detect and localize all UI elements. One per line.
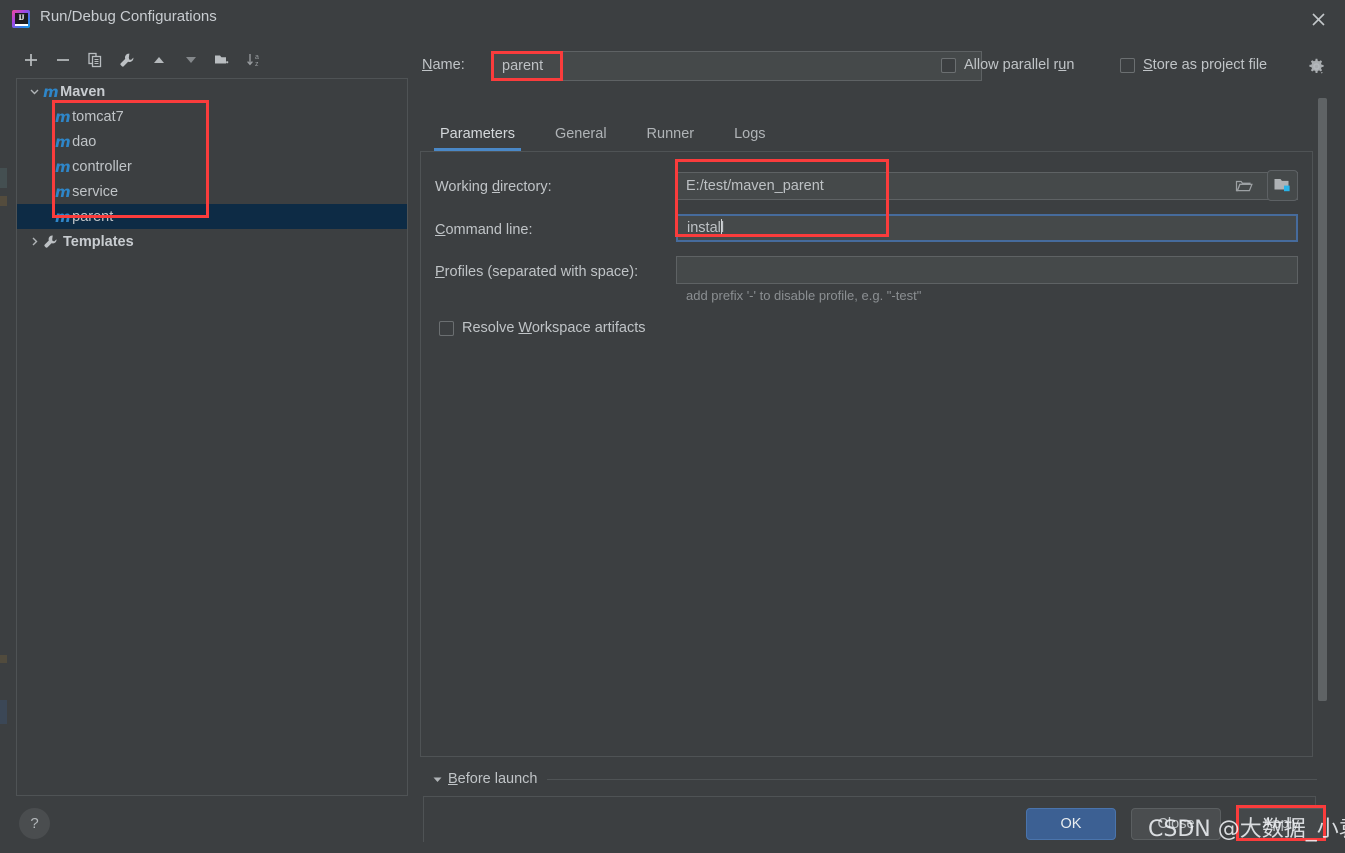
intellij-idea-icon: IJ (12, 10, 30, 28)
vertical-scrollbar[interactable] (1318, 98, 1327, 701)
configurations-toolbar: a z (16, 44, 408, 76)
gear-icon[interactable] (1308, 58, 1325, 80)
allow-parallel-run-label: Allow parallel run (964, 57, 1075, 73)
before-launch-label: Before launch (448, 771, 538, 787)
triangle-down-icon[interactable] (426, 774, 448, 785)
background-artifact (0, 196, 7, 206)
run-debug-configurations-dialog: IJ Run/Debug Configurations a z m Maven … (0, 0, 1345, 853)
add-configuration-button[interactable] (16, 46, 46, 74)
tab-parameters[interactable]: Parameters (420, 116, 535, 151)
window-title: Run/Debug Configurations (40, 8, 217, 25)
checkbox-box (941, 57, 956, 73)
working-directory-input[interactable] (676, 172, 1298, 200)
working-directory-label: Working directory: (435, 179, 552, 195)
maven-m-icon: m (55, 132, 71, 151)
sort-az-button[interactable]: a z (240, 46, 270, 74)
maven-m-icon: m (55, 182, 71, 201)
tree-node-label: service (72, 183, 119, 200)
tab-runner[interactable]: Runner (627, 116, 715, 151)
parameters-panel: Working directory: Command line: Profile… (420, 152, 1313, 757)
maven-m-icon: m (55, 107, 71, 126)
folder-open-icon[interactable] (1235, 179, 1253, 199)
apply-button[interactable]: Apply (1236, 808, 1326, 840)
tab-bar: Parameters General Runner Logs (420, 116, 1313, 152)
edit-templates-button[interactable] (112, 46, 142, 74)
chevron-down-icon[interactable] (25, 79, 43, 104)
module-folder-button[interactable] (1267, 170, 1298, 201)
allow-parallel-run-checkbox[interactable]: Allow parallel run (941, 57, 1074, 73)
move-down-button[interactable] (176, 46, 206, 74)
remove-configuration-button[interactable] (48, 46, 78, 74)
tree-node-tomcat7[interactable]: m tomcat7 (17, 104, 407, 129)
tree-node-label: parent (72, 208, 114, 225)
configurations-tree[interactable]: m Maven m tomcat7 m dao m controller m s… (16, 78, 408, 796)
command-line-label: Command line: (435, 222, 533, 238)
tree-node-label: Templates (63, 233, 134, 250)
background-artifact (0, 655, 7, 663)
new-folder-button[interactable] (208, 46, 238, 74)
tree-node-label: dao (72, 133, 97, 150)
text-caret (721, 219, 722, 237)
tree-node-label: tomcat7 (72, 108, 124, 125)
close-button[interactable]: Close (1131, 808, 1221, 840)
background-artifact (0, 700, 7, 724)
name-label: Name: (422, 57, 465, 73)
tree-node-maven[interactable]: m Maven (17, 79, 407, 104)
wrench-icon (43, 234, 58, 249)
module-folder-icon (1274, 179, 1290, 192)
maven-m-icon: m (55, 207, 71, 226)
tab-general[interactable]: General (535, 116, 627, 151)
title-bar: IJ Run/Debug Configurations (0, 0, 1345, 37)
tree-node-dao[interactable]: m dao (17, 129, 407, 154)
store-as-project-file-checkbox[interactable]: Store as project file (1120, 57, 1267, 73)
tree-node-label: Maven (60, 83, 106, 100)
divider (547, 778, 1317, 780)
background-artifact (0, 168, 7, 188)
command-line-input[interactable] (676, 214, 1298, 242)
tree-node-service[interactable]: m service (17, 179, 407, 204)
before-launch-header: Before launch (426, 768, 1319, 790)
name-input[interactable] (492, 51, 982, 81)
ok-button[interactable]: OK (1026, 808, 1116, 840)
profiles-hint: add prefix '-' to disable profile, e.g. … (686, 288, 922, 303)
checkbox-box (1120, 57, 1135, 73)
svg-text:z: z (255, 61, 259, 68)
profiles-label: Profiles (separated with space): (435, 264, 639, 280)
tree-node-label: controller (72, 158, 132, 175)
store-as-project-file-label: Store as project file (1143, 57, 1268, 73)
profiles-input[interactable] (676, 256, 1298, 284)
resolve-workspace-artifacts-checkbox[interactable]: Resolve Workspace artifacts (439, 320, 646, 336)
tree-node-controller[interactable]: m controller (17, 154, 407, 179)
copy-configuration-button[interactable] (80, 46, 110, 74)
move-up-button[interactable] (144, 46, 174, 74)
close-icon[interactable] (1305, 7, 1331, 31)
maven-m-icon: m (43, 82, 59, 101)
tree-node-parent[interactable]: m parent (17, 204, 407, 229)
maven-m-icon: m (55, 157, 71, 176)
chevron-right-icon[interactable] (25, 229, 43, 254)
svg-text:a: a (255, 54, 259, 61)
help-icon: ? (30, 815, 39, 832)
help-button[interactable]: ? (19, 808, 50, 839)
tree-node-templates[interactable]: Templates (17, 229, 407, 254)
checkbox-box (439, 320, 454, 336)
tab-logs[interactable]: Logs (714, 116, 785, 151)
resolve-workspace-artifacts-label: Resolve Workspace artifacts (462, 320, 646, 336)
configuration-editor-pane: Name: Allow parallel run Store as projec… (420, 40, 1324, 842)
